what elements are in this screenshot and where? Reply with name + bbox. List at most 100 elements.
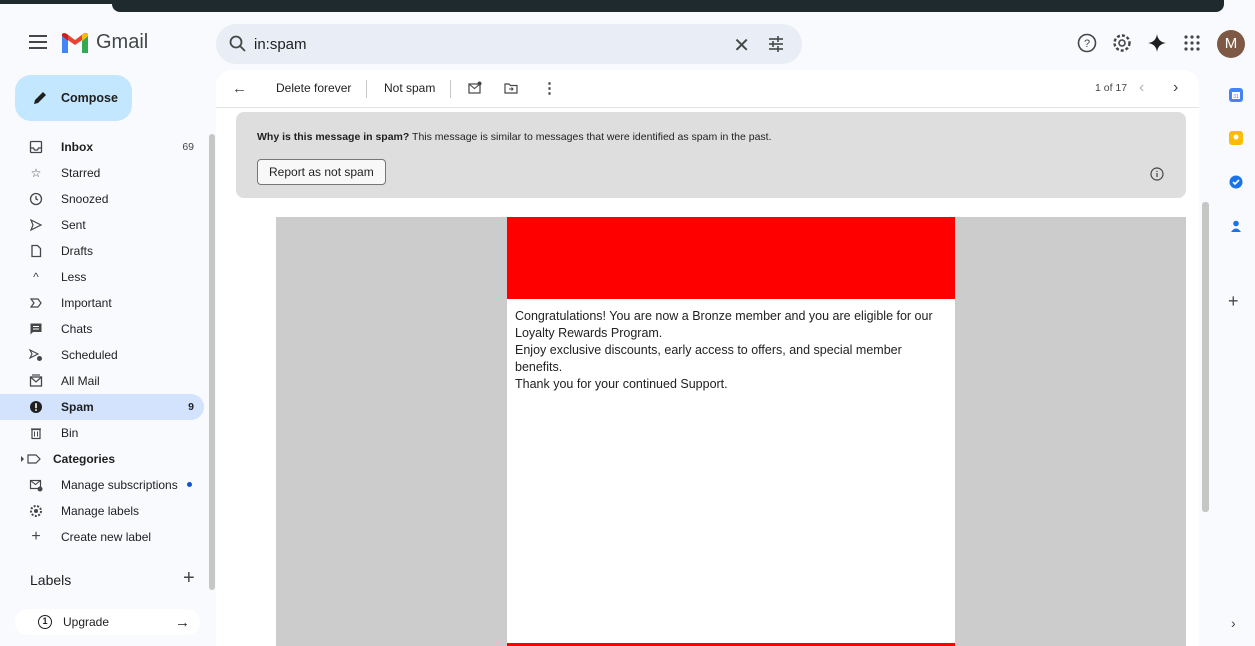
search-options-icon[interactable] — [766, 34, 786, 54]
subscriptions-icon — [28, 477, 44, 493]
labels-header: Labels — [30, 572, 72, 588]
help-icon[interactable]: ? — [1076, 32, 1098, 54]
toolbar-divider — [366, 80, 367, 98]
sidebar-item-inbox[interactable]: Inbox 69 — [0, 134, 204, 160]
sidebar-item-label: All Mail — [61, 374, 100, 388]
apps-icon[interactable] — [1181, 32, 1203, 54]
search-icon[interactable] — [228, 34, 248, 54]
gmail-logo[interactable]: Gmail — [62, 31, 148, 54]
add-addon-icon[interactable]: + — [1228, 291, 1239, 312]
sidebar-item-chats[interactable]: Chats — [0, 316, 204, 342]
all-mail-icon — [28, 373, 44, 389]
inbox-icon — [28, 139, 44, 155]
not-spam-button[interactable]: Not spam — [384, 81, 435, 95]
sidebar-item-manage-subscriptions[interactable]: Manage subscriptions — [0, 472, 204, 498]
sidebar-item-bin[interactable]: Bin — [0, 420, 204, 446]
pencil-icon — [34, 92, 46, 104]
spam-warning-body: This message is similar to messages that… — [409, 131, 772, 143]
compose-label: Compose — [61, 91, 118, 105]
sidebar-item-spam[interactable]: Spam 9 — [0, 394, 204, 420]
email-line: Enjoy exclusive discounts, early access … — [515, 343, 902, 374]
clock-icon — [28, 191, 44, 207]
info-icon[interactable] — [1150, 167, 1164, 181]
back-arrow-icon[interactable]: ← — [232, 80, 247, 97]
message-toolbar: ← Delete forever Not spam ⋮ 1 of 17 ‹ › — [216, 70, 1199, 108]
pagination-label: 1 of 17 — [1095, 82, 1128, 94]
gemini-icon[interactable] — [1146, 32, 1168, 54]
header: Gmail ✕ ? M — [0, 18, 1255, 72]
upgrade-label: Upgrade — [63, 615, 110, 629]
sidebar-item-label: Bin — [61, 426, 79, 440]
tasks-icon[interactable] — [1229, 175, 1243, 189]
sidebar-item-drafts[interactable]: Drafts — [0, 238, 204, 264]
add-label-icon[interactable]: + — [183, 567, 195, 590]
sidebar-item-label: Sent — [61, 218, 86, 232]
scheduled-icon — [28, 347, 44, 363]
chat-icon — [28, 321, 44, 337]
mark-unread-icon[interactable] — [468, 81, 482, 95]
email-banner-red — [507, 217, 955, 299]
sidebar-item-snoozed[interactable]: Snoozed — [0, 186, 204, 212]
important-icon — [28, 295, 44, 311]
spam-warning-banner: Why is this message in spam? This messag… — [236, 112, 1186, 198]
move-to-icon[interactable] — [504, 81, 518, 95]
upgrade-button[interactable]: 1 Upgrade → — [15, 609, 200, 635]
sidebar-item-label: Categories — [53, 452, 116, 466]
gear-icon — [28, 503, 44, 519]
message-scrollbar[interactable] — [1202, 202, 1209, 512]
sidebar-item-categories[interactable]: Categories — [0, 446, 204, 472]
search-input[interactable] — [254, 32, 694, 56]
settings-icon[interactable] — [1111, 32, 1133, 54]
main-menu-icon[interactable] — [29, 35, 47, 49]
sidebar-item-scheduled[interactable]: Scheduled — [0, 342, 204, 368]
gmail-m-icon — [62, 32, 88, 53]
sidebar-item-create-new-label[interactable]: + Create new label — [0, 524, 204, 550]
sidebar-scrollbar[interactable] — [209, 134, 215, 590]
star-icon: ☆ — [30, 166, 42, 180]
sidebar-item-label: Snoozed — [61, 192, 109, 206]
sidebar-item-label: Less — [61, 270, 87, 284]
show-side-panel-icon[interactable]: › — [1231, 615, 1236, 631]
keep-icon[interactable] — [1229, 131, 1243, 145]
arrow-right-icon: → — [175, 613, 190, 631]
inbox-count: 69 — [182, 141, 194, 153]
new-indicator-dot — [187, 482, 192, 487]
send-icon — [28, 217, 44, 233]
sidebar-item-label: Spam — [61, 400, 94, 414]
sidebar-item-sent[interactable]: Sent — [0, 212, 204, 238]
sidebar-item-label: Chats — [61, 322, 93, 336]
email-content: Congratulations! You are now a Bronze me… — [507, 217, 955, 646]
sidebar-item-starred[interactable]: ☆ Starred — [0, 160, 204, 186]
app-name: Gmail — [96, 31, 149, 53]
more-options-icon[interactable]: ⋮ — [542, 79, 557, 97]
clear-search-icon[interactable]: ✕ — [733, 33, 750, 58]
sidebar-item-manage-labels[interactable]: Manage labels — [0, 498, 204, 524]
sidebar-item-less[interactable]: ^ Less — [0, 264, 204, 290]
sidebar-item-label: Manage labels — [61, 504, 140, 518]
avatar[interactable]: M — [1217, 30, 1245, 58]
sidebar-item-label: Scheduled — [61, 348, 118, 362]
sidebar-item-label: Starred — [61, 166, 101, 180]
sidebar-item-label: Manage subscriptions — [61, 478, 178, 492]
sidebar-nav: Inbox 69 ☆ Starred Snoozed Sent Drafts ^… — [0, 134, 210, 550]
spam-warning-text: Why is this message in spam? This messag… — [257, 131, 772, 143]
sidebar-item-important[interactable]: Important — [0, 290, 204, 316]
email-line: Thank you for your continued Support. — [515, 377, 728, 391]
search-bar[interactable]: ✕ — [216, 24, 802, 64]
svg-text:?: ? — [1084, 38, 1090, 50]
delete-forever-button[interactable]: Delete forever — [276, 81, 351, 95]
sidebar-item-label: Important — [61, 296, 112, 310]
sidebar-item-label: Inbox — [61, 140, 93, 154]
message-view: ← Delete forever Not spam ⋮ 1 of 17 ‹ › … — [216, 70, 1199, 646]
label-icon — [20, 451, 44, 467]
contacts-icon[interactable] — [1229, 219, 1243, 233]
spam-icon — [28, 399, 44, 415]
calendar-icon[interactable]: 31 — [1229, 88, 1243, 102]
upgrade-icon: 1 — [38, 615, 52, 629]
newer-chevron-icon[interactable]: ‹ — [1139, 79, 1144, 97]
sidebar-item-all-mail[interactable]: All Mail — [0, 368, 204, 394]
compose-button[interactable]: Compose — [15, 75, 132, 121]
older-chevron-icon[interactable]: › — [1173, 79, 1178, 97]
draft-icon — [28, 243, 44, 259]
report-not-spam-button[interactable]: Report as not spam — [257, 159, 386, 185]
